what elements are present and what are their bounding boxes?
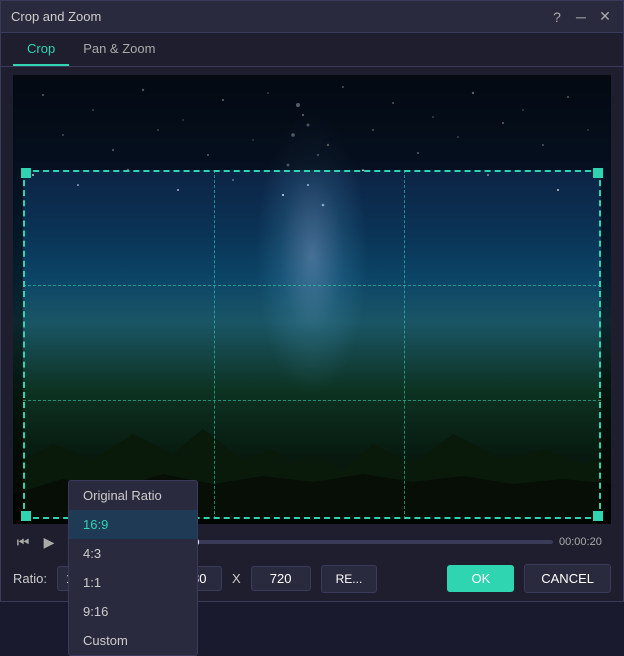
crop-mask-right	[601, 170, 611, 519]
ratio-dropdown-menu: Original Ratio 16:9 4:3 1:1 9:16 Custom	[68, 480, 198, 656]
ratio-label: Ratio:	[13, 571, 47, 586]
crop-grid-h1	[23, 285, 601, 286]
crop-handle-bl[interactable]	[21, 511, 31, 521]
crop-handle-br[interactable]	[593, 511, 603, 521]
video-area	[13, 75, 611, 524]
skip-back-button[interactable]: ⏮	[13, 532, 33, 552]
video-frame	[13, 75, 611, 524]
tab-crop[interactable]: Crop	[13, 33, 69, 66]
minimize-button[interactable]: ─	[573, 9, 589, 25]
tab-bar: Crop Pan & Zoom	[1, 33, 623, 67]
height-input[interactable]	[251, 566, 311, 591]
size-separator: X	[232, 571, 241, 586]
dropdown-item-original[interactable]: Original Ratio	[69, 481, 197, 510]
crop-mask-left	[13, 170, 23, 519]
title-controls: ? ─ ✕	[549, 9, 613, 25]
timeline-track[interactable]	[175, 540, 553, 544]
tab-pan-zoom[interactable]: Pan & Zoom	[69, 33, 169, 66]
title-bar: Crop and Zoom ? ─ ✕	[1, 1, 623, 33]
main-window: Crop and Zoom ? ─ ✕ Crop Pan & Zoom	[0, 0, 624, 602]
dropdown-item-custom[interactable]: Custom	[69, 626, 197, 655]
play-button[interactable]: ▶	[39, 532, 59, 552]
dropdown-item-16-9[interactable]: 16:9	[69, 510, 197, 539]
window-title: Crop and Zoom	[11, 9, 101, 24]
help-button[interactable]: ?	[549, 9, 565, 25]
crop-mask-top	[13, 75, 611, 170]
close-button[interactable]: ✕	[597, 9, 613, 25]
crop-border	[23, 170, 601, 519]
cancel-button[interactable]: CANCEL	[524, 564, 611, 593]
crop-grid-h2	[23, 400, 601, 401]
time-total: 00:00:20	[559, 536, 611, 548]
crop-grid-v1	[214, 170, 215, 519]
reset-button[interactable]: RE...	[321, 565, 378, 593]
dropdown-item-9-16[interactable]: 9:16	[69, 597, 197, 626]
dropdown-item-1-1[interactable]: 1:1	[69, 568, 197, 597]
crop-handle-tr[interactable]	[593, 168, 603, 178]
crop-handle-tl[interactable]	[21, 168, 31, 178]
dropdown-item-4-3[interactable]: 4:3	[69, 539, 197, 568]
crop-overlay	[13, 75, 611, 524]
ok-button[interactable]: OK	[447, 565, 514, 592]
crop-grid-v2	[404, 170, 405, 519]
